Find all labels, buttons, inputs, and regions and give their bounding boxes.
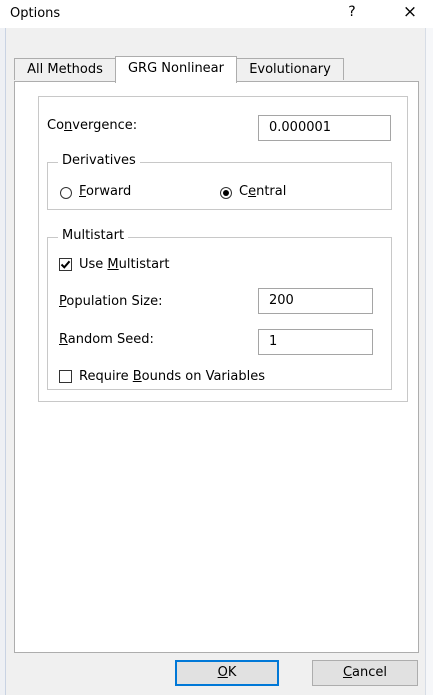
checkmark-icon xyxy=(60,260,71,269)
use-multistart-label[interactable]: Use Multistart xyxy=(79,257,169,272)
population-size-label: Population Size: xyxy=(59,294,163,309)
central-radio[interactable] xyxy=(220,187,232,199)
title-bar: Options ? × xyxy=(0,0,433,28)
use-multistart-checkbox[interactable] xyxy=(59,258,72,271)
cancel-button[interactable]: Cancel xyxy=(312,660,418,686)
tab-grg-nonlinear[interactable]: GRG Nonlinear xyxy=(115,56,237,83)
tab-all-methods[interactable]: All Methods xyxy=(14,58,116,80)
random-seed-label: Random Seed: xyxy=(59,332,154,347)
multistart-legend: Multistart xyxy=(58,228,129,243)
central-label[interactable]: Central xyxy=(239,184,286,199)
require-bounds-checkbox[interactable] xyxy=(59,370,72,383)
derivatives-legend: Derivatives xyxy=(58,153,140,168)
forward-label[interactable]: Forward xyxy=(79,184,131,199)
forward-radio[interactable] xyxy=(60,187,72,199)
window-right-edge xyxy=(425,28,433,695)
convergence-input[interactable]: 0.000001 xyxy=(258,115,391,141)
tab-evolutionary[interactable]: Evolutionary xyxy=(236,58,344,80)
ok-button[interactable]: OK xyxy=(175,660,279,686)
help-button[interactable]: ? xyxy=(340,4,364,24)
window-title: Options xyxy=(10,6,61,21)
random-seed-input[interactable]: 1 xyxy=(258,329,373,355)
population-size-input[interactable]: 200 xyxy=(258,288,373,314)
convergence-label: Convergence: xyxy=(47,118,138,133)
central-radio-dot xyxy=(223,190,229,196)
require-bounds-label[interactable]: Require Bounds on Variables xyxy=(79,369,265,384)
close-button[interactable]: × xyxy=(396,2,424,26)
